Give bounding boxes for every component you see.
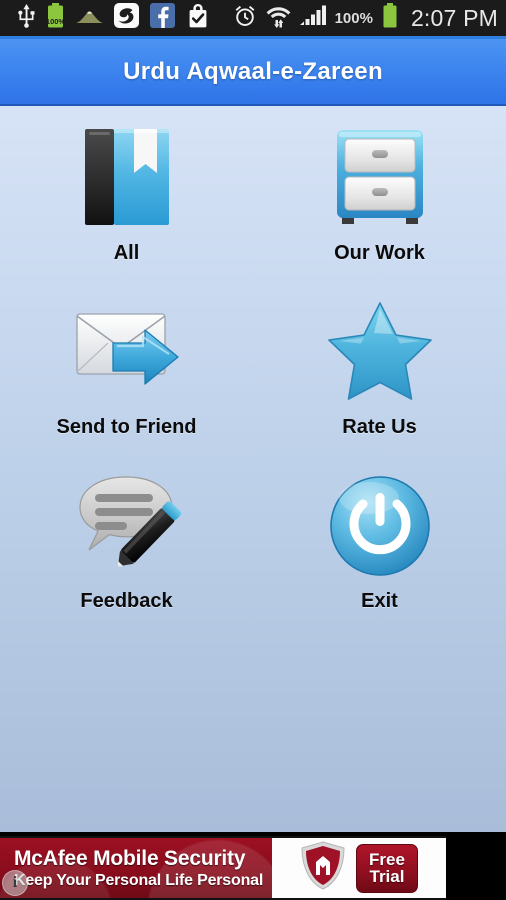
status-bar-left-icons: 100% [18,2,210,34]
book-bookmark-icon [62,114,192,240]
app-circle-icon [114,3,139,33]
speech-bubble-pencil-icon [62,462,192,588]
envelope-arrow-icon [62,288,192,414]
main-content: All Our Work Send to Friend Rate Us Feed… [0,106,506,832]
star-icon [315,288,445,414]
power-button-icon [315,462,445,588]
ad-title: McAfee Mobile Security [14,846,246,870]
usb-icon [18,3,35,33]
menu-item-our-work[interactable]: Our Work [253,114,506,288]
menu-item-label: Send to Friend [56,416,197,438]
menu-item-rate-us[interactable]: Rate Us [253,288,506,462]
file-cabinet-icon [315,114,445,240]
menu-item-label: Feedback [80,590,173,612]
battery-percent-label: 100% [334,9,373,27]
app-title-bar: Urdu Aqwaal-e-Zareen [0,39,506,106]
ad-free-trial-button[interactable]: Free Trial [356,843,418,893]
menu-item-feedback[interactable]: Feedback [0,462,253,636]
page-title: Urdu Aqwaal-e-Zareen [123,57,383,85]
battery-charging-icon: 100% [46,2,65,34]
ad-banner[interactable]: McAfee Mobile Security Keep Your Persona… [0,836,506,900]
menu-item-exit[interactable]: Exit [253,462,506,636]
mcafee-shield-icon [300,840,346,896]
ad-cta-line2: Trial [369,867,405,886]
wifi-transfer-icon [266,4,291,33]
status-bar: 100% 100% 2:07 PM [0,0,506,36]
menu-item-send-to-friend[interactable]: Send to Friend [0,288,253,462]
ad-subtitle: Keep Your Personal Life Personal [14,871,264,889]
menu-item-label: Our Work [334,242,425,264]
mountain-icon [76,7,103,29]
facebook-icon [150,3,175,33]
phone-screen: 100% 100% 2:07 PM Urdu Aqwaal-e-Zareen A… [0,0,506,900]
menu-item-label: Exit [361,590,398,612]
signal-bars-icon [299,4,326,33]
clock-label: 2:07 PM [410,4,498,31]
alarm-clock-icon [233,4,257,33]
battery-icon [382,3,398,33]
menu-grid: All Our Work Send to Friend Rate Us Feed… [0,106,506,636]
ad-info-badge[interactable]: i [2,870,28,896]
shopping-bag-check-icon [186,3,210,33]
menu-item-all[interactable]: All [0,114,253,288]
ad-text-panel[interactable]: McAfee Mobile Security Keep Your Persona… [0,836,272,900]
ad-banner-inner[interactable]: McAfee Mobile Security Keep Your Persona… [0,836,446,900]
svg-text:100%: 100% [46,17,65,26]
ad-cta-panel[interactable]: Free Trial [272,836,446,900]
status-bar-right-icons: 100% 2:07 PM [233,3,498,33]
menu-item-label: Rate Us [342,416,417,438]
ad-cta-line1: Free [369,849,405,869]
menu-item-label: All [113,242,140,264]
